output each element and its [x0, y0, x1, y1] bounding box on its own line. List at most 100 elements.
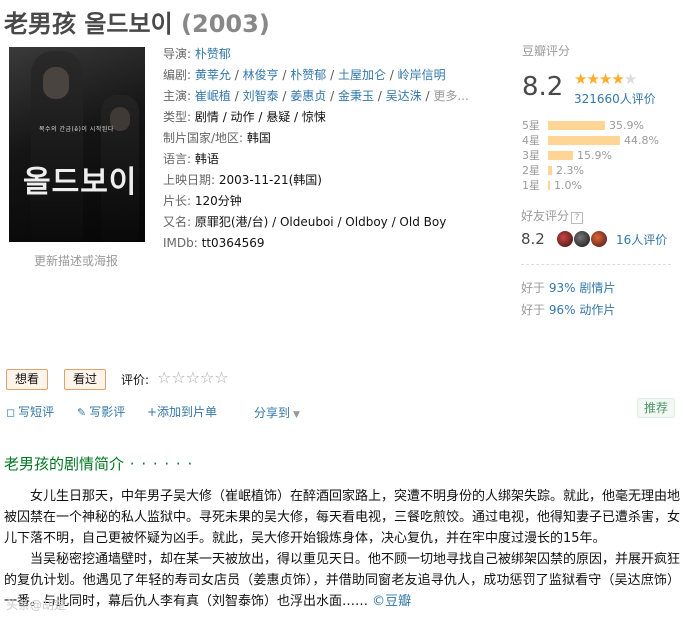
- synopsis-paragraph-text: 当吴秘密挖通墙壁时，却在某一天被放出，得以重见天日。他不顾一切地寻找自己被绑架囚…: [4, 552, 681, 609]
- cast-link[interactable]: 吴达洙: [386, 89, 422, 103]
- rating-dist-bar: [548, 121, 605, 130]
- add-to-list-link[interactable]: +添加到片单: [147, 403, 217, 420]
- movie-poster[interactable]: 복수의 간금(ê)이 시작된다 올드보이: [9, 47, 145, 242]
- cast-link[interactable]: 金秉玉: [338, 89, 374, 103]
- info-cast: 主演: 崔岷植 / 刘智泰 / 姜惠贞 / 金秉玉 / 吴达洙 / 更多...: [163, 89, 469, 103]
- rating-dist-percent: 44.8%: [624, 134, 659, 147]
- movie-year: (2003): [181, 10, 270, 38]
- poster-subtitle: 복수의 간금(ê)이 시작된다: [39, 126, 114, 133]
- rating-dist-label: 1星: [522, 179, 540, 192]
- rank-drama: 好于 93% 剧情片: [521, 279, 615, 296]
- star-empty-icon: ★: [623, 70, 637, 88]
- language-label: 语言:: [163, 152, 192, 166]
- rating-dist-row: 4星 44.8%: [522, 133, 682, 148]
- rating-dist-row: 5星 35.9%: [522, 118, 682, 133]
- writer-link[interactable]: 黄莘允: [195, 68, 231, 82]
- douban-source-link[interactable]: ©豆瓣: [372, 594, 411, 609]
- write-short-review-link[interactable]: ◻ 写短评: [6, 403, 54, 420]
- cast-link[interactable]: 刘智泰: [243, 89, 279, 103]
- director-label: 导演:: [163, 47, 192, 61]
- rating-dist-label: 4星: [522, 134, 540, 147]
- imdb-value: tt0364569: [201, 236, 265, 250]
- info-director: 导演: 朴赞郁: [163, 46, 493, 67]
- cast-link[interactable]: 崔岷植: [195, 89, 231, 103]
- avatar[interactable]: [591, 231, 607, 247]
- star-icon: ★: [586, 70, 599, 88]
- divider: [521, 264, 671, 265]
- write-review-link[interactable]: ✎ 写影评: [77, 403, 125, 420]
- synopsis-paragraph: 女儿生日那天，中年男子吴大修（崔岷植饰）在醉酒回家路上，突遭不明身份的人绑架失踪…: [4, 489, 681, 546]
- recommend-button[interactable]: 推荐: [637, 398, 676, 418]
- synopsis-body: 女儿生日那天，中年男子吴大修（崔岷植饰）在醉酒回家路上，突遭不明身份的人绑架失踪…: [4, 486, 680, 612]
- want-to-watch-button[interactable]: 想看: [6, 369, 49, 390]
- info-runtime: 片长: 120分钟: [163, 193, 493, 214]
- rating-dist-bar: [548, 136, 620, 145]
- info-country: 制片国家/地区: 韩国: [163, 130, 493, 151]
- write-short-review-label: 写短评: [18, 405, 55, 419]
- rank-prefix: 好于: [521, 281, 549, 295]
- country-value: 韩国: [246, 131, 271, 145]
- rating-dist-bar: [548, 166, 552, 175]
- rating-dist-percent: 35.9%: [609, 119, 644, 132]
- imdb-label: IMDb:: [163, 236, 198, 250]
- writer-link[interactable]: 朴赞郁: [290, 68, 326, 82]
- rating-dist-label: 5星: [522, 119, 540, 132]
- watched-button[interactable]: 看过: [64, 369, 107, 390]
- friend-rating-title: 好友评分: [521, 209, 570, 223]
- rating-header: 豆瓣评分: [522, 44, 571, 58]
- comment-icon: ◻: [6, 406, 16, 419]
- writers-label: 编剧:: [163, 68, 192, 82]
- rating-score: 8.2: [522, 72, 564, 102]
- rating-dist-row: 1星 1.0%: [522, 178, 682, 193]
- info-aka: 又名: 原罪犯(港/台) / Oldeuboi / Oldboy / Old B…: [163, 214, 493, 235]
- rating-dist-percent: 15.9%: [577, 149, 612, 162]
- writer-link[interactable]: 林俊亨: [243, 68, 279, 82]
- rating-dist-row: 2星 2.3%: [522, 163, 682, 178]
- info-language: 语言: 韩语: [163, 151, 493, 172]
- caret-down-icon: ▼: [293, 410, 300, 420]
- cast-more-link[interactable]: 更多...: [433, 89, 468, 103]
- cast-link[interactable]: 姜惠贞: [290, 89, 326, 103]
- rating-dist-percent: 2.3%: [556, 164, 584, 177]
- rank-prefix: 好于: [521, 303, 549, 317]
- director-link[interactable]: 朴赞郁: [195, 47, 231, 61]
- rank-action-link[interactable]: 96% 动作片: [549, 303, 616, 317]
- info-imdb: IMDb: tt0364569: [163, 235, 493, 256]
- share-label: 分享到: [254, 406, 291, 420]
- rate-stars-input[interactable]: ☆☆☆☆☆: [157, 368, 229, 387]
- rank-drama-link[interactable]: 93% 剧情片: [549, 281, 616, 295]
- rank-action: 好于 96% 动作片: [521, 301, 615, 318]
- rating-dist-label: 3星: [522, 149, 540, 162]
- language-value: 韩语: [194, 152, 219, 166]
- cast-label: 主演:: [163, 89, 192, 103]
- genre-value: 剧情 / 动作 / 悬疑 / 惊悚: [194, 110, 326, 124]
- update-poster-link[interactable]: 更新描述或海报: [34, 252, 118, 269]
- avatar[interactable]: [574, 231, 590, 247]
- poster-logo: 올드보이: [23, 165, 138, 200]
- douban-rating-box: 豆瓣评分 8.2 ★★★★★ 321660人评价 5星 35.9% 4星 44.8% 3…: [521, 42, 681, 192]
- release-value: 2003-11-21(韩国): [218, 173, 322, 187]
- rating-votes-link[interactable]: 321660人评价: [574, 90, 656, 107]
- rating-dist-bar: [548, 151, 573, 160]
- release-label: 上映日期:: [163, 173, 216, 187]
- page-title: 老男孩 올드보이 (2003): [4, 4, 270, 39]
- friend-count-link[interactable]: 16人评价: [616, 231, 667, 248]
- genre-label: 类型:: [163, 110, 192, 124]
- avatar[interactable]: [557, 231, 573, 247]
- rating-distribution: 5星 35.9% 4星 44.8% 3星 15.9% 2星 2.3% 1星 1.0%: [522, 118, 682, 193]
- rating-dist-label: 2星: [522, 164, 540, 177]
- writer-link[interactable]: 土屋加仑: [338, 68, 386, 82]
- synopsis-paragraph-last: 当吴秘密挖通墙壁时，却在某一天被放出，得以重见天日。他不顾一切地寻找自己被绑架囚…: [4, 549, 680, 612]
- synopsis-title: 老男孩的剧情简介 · · · · · ·: [4, 453, 193, 474]
- friend-rating-score: 8.2: [521, 230, 545, 248]
- movie-info: 导演: 朴赞郁 编剧: 黄莘允 / 林俊亨 / 朴赞郁 / 土屋加仑 / 岭岸信…: [163, 46, 493, 256]
- aka-label: 又名:: [163, 215, 192, 229]
- writer-link[interactable]: 岭岸信明: [398, 68, 446, 82]
- info-writers: 编剧: 黄莘允 / 林俊亨 / 朴赞郁 / 土屋加仑 / 岭岸信明: [163, 68, 446, 82]
- share-dropdown[interactable]: 分享到 ▼: [254, 404, 300, 421]
- aka-value: 原罪犯(港/台) / Oldeuboi / Oldboy / Old Boy: [194, 215, 447, 229]
- rating-dist-bar: [548, 181, 550, 190]
- help-icon[interactable]: ?: [571, 212, 584, 224]
- rating-dist-percent: 1.0%: [554, 179, 582, 192]
- star-icon: ★: [611, 70, 624, 88]
